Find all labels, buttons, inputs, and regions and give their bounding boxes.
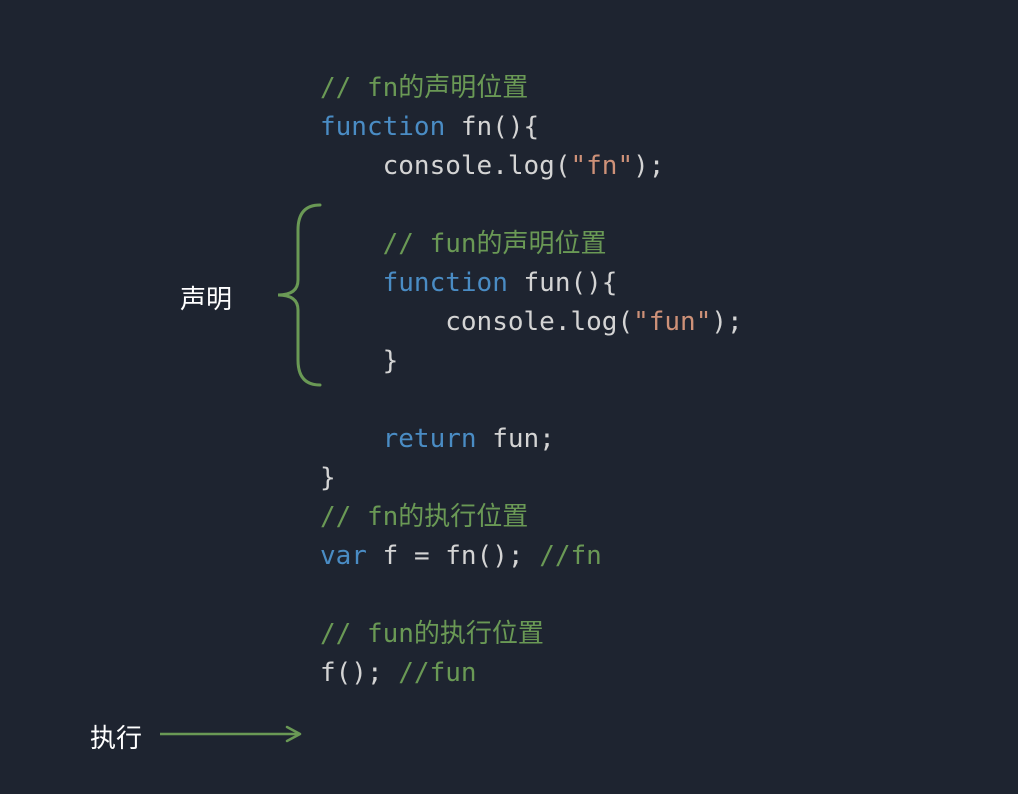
comment-fn-result: //fn — [539, 541, 602, 571]
arrow-icon — [155, 722, 315, 746]
punct-brace: (){ — [492, 112, 539, 142]
keyword-return: return — [383, 424, 477, 454]
comment-fn-execution: // fn的执行位置 — [320, 502, 528, 532]
brace-icon — [260, 200, 330, 390]
punct-paren: ( — [555, 151, 571, 181]
indent — [320, 307, 445, 337]
punct-dot: . — [555, 307, 571, 337]
punct-paren: ( — [617, 307, 633, 337]
identifier-console: console — [383, 151, 493, 181]
identifier-fn-call: fn — [445, 541, 476, 571]
comment-fun-result: //fun — [398, 658, 476, 688]
keyword-function: function — [320, 112, 445, 142]
identifier-f: f — [367, 541, 414, 571]
comment-fn-declaration: // fn的声明位置 — [320, 73, 528, 103]
punct-brace-close: } — [320, 463, 336, 493]
keyword-function: function — [383, 268, 508, 298]
punct-call: (); — [477, 541, 540, 571]
comment-fun-execution: // fun的执行位置 — [320, 619, 544, 649]
identifier-fun: fun — [477, 424, 540, 454]
indent — [320, 424, 383, 454]
string-fun: "fun" — [633, 307, 711, 337]
string-fn: "fn" — [570, 151, 633, 181]
punct-close: ); — [633, 151, 664, 181]
indent — [320, 151, 383, 181]
punct-close: ); — [711, 307, 742, 337]
punct-brace: (){ — [570, 268, 617, 298]
annotation-execution: 执行 — [90, 718, 142, 755]
punct-equals: = — [414, 541, 445, 571]
identifier-fun: fun — [508, 268, 571, 298]
identifier-log: log — [508, 151, 555, 181]
annotation-declaration: 声明 — [180, 279, 232, 316]
punct-brace-close: } — [383, 346, 399, 376]
punct-call: (); — [336, 658, 399, 688]
identifier-console: console — [445, 307, 555, 337]
punct-dot: . — [492, 151, 508, 181]
identifier-fn: fn — [445, 112, 492, 142]
keyword-var: var — [320, 541, 367, 571]
comment-fun-declaration: // fun的声明位置 — [383, 229, 607, 259]
identifier-log: log — [570, 307, 617, 337]
identifier-f-call: f — [320, 658, 336, 688]
punct-semi: ; — [539, 424, 555, 454]
code-block: // fn的声明位置 function fn(){ console.log("f… — [320, 30, 743, 693]
